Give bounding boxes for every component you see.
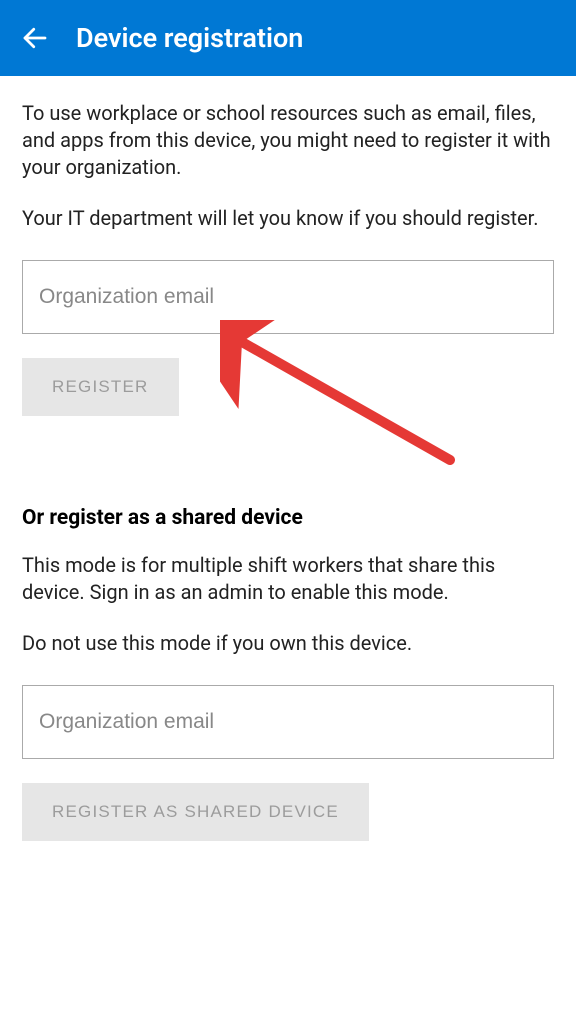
- intro-text-1: To use workplace or school resources suc…: [22, 100, 554, 181]
- intro-text-2: Your IT department will let you know if …: [22, 205, 554, 232]
- app-header: Device registration: [0, 0, 576, 76]
- intro-description: To use workplace or school resources suc…: [22, 100, 554, 232]
- page-title: Device registration: [76, 22, 303, 54]
- shared-description-2: Do not use this mode if you own this dev…: [22, 630, 554, 657]
- register-shared-device-button[interactable]: REGISTER AS SHARED DEVICE: [22, 783, 369, 841]
- shared-organization-email-input[interactable]: [22, 685, 554, 759]
- organization-email-input[interactable]: [22, 260, 554, 334]
- shared-description-1: This mode is for multiple shift workers …: [22, 552, 554, 606]
- back-arrow-icon[interactable]: [20, 23, 50, 53]
- register-button[interactable]: REGISTER: [22, 358, 179, 416]
- shared-device-heading: Or register as a shared device: [22, 506, 554, 530]
- main-content: To use workplace or school resources suc…: [0, 76, 576, 865]
